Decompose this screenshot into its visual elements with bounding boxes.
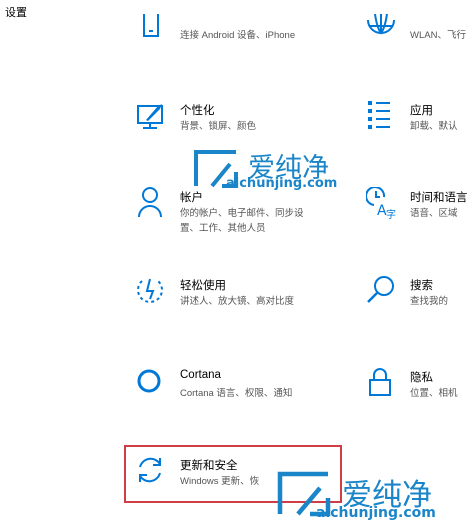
tile-network-desc: WLAN、飞行 [410, 30, 466, 41]
svg-text:字: 字 [386, 208, 396, 221]
tile-phone-desc: 连接 Android 设备、iPhone [180, 30, 296, 41]
paint-brush-icon [136, 100, 170, 134]
tile-apps[interactable]: 应用 卸载、默认 [366, 100, 470, 150]
person-icon [136, 187, 170, 221]
watermark-url: aichunjing.com [226, 176, 338, 191]
tile-search-name: 搜索 [410, 280, 433, 292]
tile-personalization-name: 个性化 [180, 105, 215, 117]
globe-icon [366, 14, 400, 48]
tile-network[interactable]: WLAN、飞行 [366, 14, 470, 64]
tile-ease-of-access[interactable]: 轻松使用 讲述人、放大镜、高对比度 [136, 275, 346, 325]
tile-privacy-desc: 位置、相机 [410, 388, 458, 399]
tile-privacy-name: 隐私 [410, 372, 433, 384]
tile-personalization-desc: 背景、锁屏、颜色 [180, 121, 257, 132]
tile-time-language-name: 时间和语言 [410, 192, 468, 204]
phone-icon [136, 14, 170, 48]
tile-search[interactable]: 搜索 查找我的 [366, 275, 470, 325]
tile-accounts-desc: 你的帐户、电子邮件、同步设 置、工作、其他人员 [180, 208, 304, 234]
tile-privacy[interactable]: 隐私 位置、相机 [366, 367, 470, 417]
tile-cortana-desc: Cortana 语言、权限、通知 [180, 388, 293, 399]
search-icon [366, 275, 400, 309]
apps-list-icon [366, 100, 400, 134]
tile-cortana-name: Cortana [180, 369, 221, 381]
watermark-bottom: 爱纯净 aichunjing.com [276, 468, 470, 524]
tile-cortana[interactable]: Cortana Cortana 语言、权限、通知 [136, 367, 346, 417]
watermark-center: 爱纯净 aichunjing.com [192, 146, 372, 196]
tile-time-language-desc: 语音、区域 [410, 208, 458, 219]
tile-search-desc: 查找我的 [410, 296, 449, 307]
tile-time-language[interactable]: A 字 时间和语言 语音、区域 [366, 187, 470, 237]
lock-icon [366, 367, 400, 401]
ease-of-access-icon [136, 275, 170, 309]
watermark-url: aichunjing.com [316, 505, 436, 521]
tile-personalization[interactable]: 个性化 背景、锁屏、颜色 [136, 100, 346, 150]
window-title: 设置 [5, 7, 27, 19]
tile-phone[interactable]: 连接 Android 设备、iPhone [136, 14, 346, 64]
tile-ease-of-access-desc: 讲述人、放大镜、高对比度 [180, 296, 295, 307]
tile-apps-desc: 卸载、默认 [410, 121, 458, 132]
tile-ease-of-access-name: 轻松使用 [180, 280, 226, 292]
cortana-icon [136, 367, 170, 401]
tile-apps-name: 应用 [410, 105, 433, 117]
